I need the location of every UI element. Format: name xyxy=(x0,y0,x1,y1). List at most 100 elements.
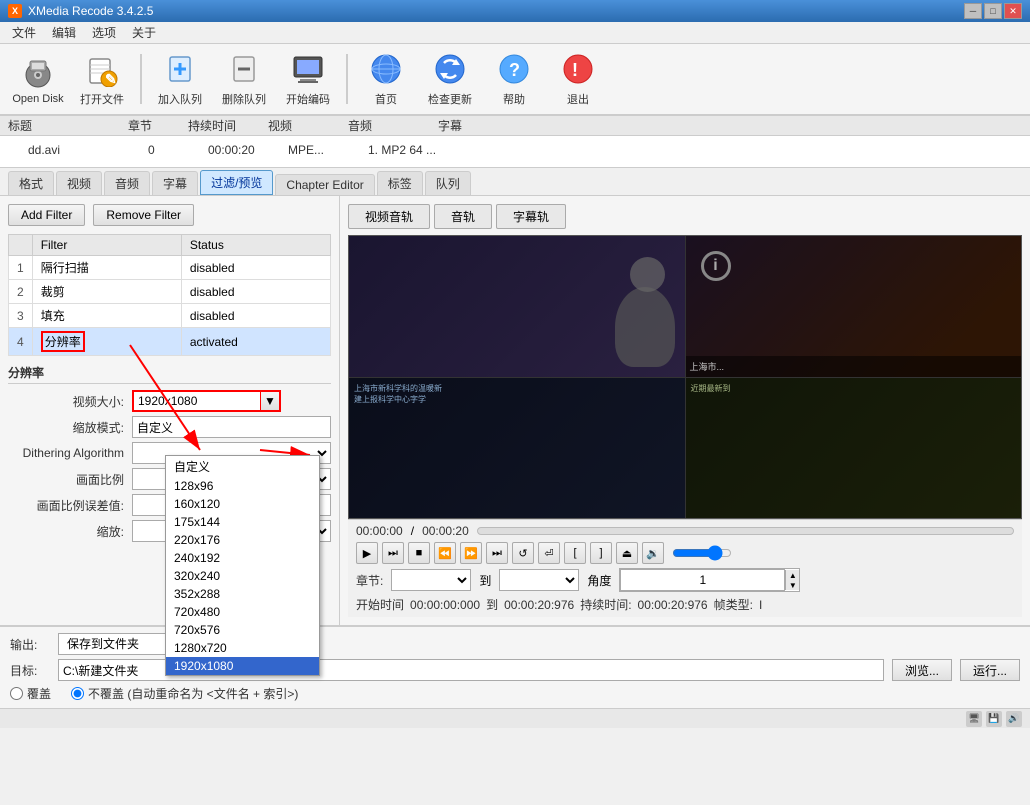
target-row: 目标: C:\新建文件夹 浏览... 运行... xyxy=(10,659,1020,681)
menu-edit[interactable]: 编辑 xyxy=(44,22,84,43)
menu-file[interactable]: 文件 xyxy=(4,22,44,43)
home-icon xyxy=(368,51,404,87)
fast-forward-button[interactable]: ⏩ xyxy=(460,542,482,564)
subtitle-track-tab[interactable]: 字幕轨 xyxy=(496,204,566,229)
tab-subtitle[interactable]: 字幕 xyxy=(152,171,198,195)
start-time-label: 开始时间 xyxy=(356,596,404,613)
chapter-end-select[interactable] xyxy=(499,569,579,591)
filter-row-3[interactable]: 3 填充 disabled xyxy=(9,304,331,328)
row-chapter: 0 xyxy=(148,143,208,157)
scale-mode-input[interactable]: 自定义 xyxy=(132,416,331,438)
filter-row-2[interactable]: 2 裁剪 disabled xyxy=(9,280,331,304)
encode-run-button[interactable]: 运行... xyxy=(960,659,1020,681)
progress-bar[interactable] xyxy=(477,527,1014,535)
exit-button[interactable]: ! 退出 xyxy=(548,48,608,110)
stop-button[interactable]: ■ xyxy=(408,542,430,564)
video-size-dropdown-arrow[interactable]: ▼ xyxy=(261,390,281,412)
mark-in-button[interactable]: ⏎ xyxy=(538,542,560,564)
tab-chapter-editor[interactable]: Chapter Editor xyxy=(275,174,374,195)
dropdown-option-128[interactable]: 128x96 xyxy=(166,477,319,495)
frame-type-value: I xyxy=(759,598,762,612)
video-track-tab[interactable]: 视频音轨 xyxy=(348,204,430,229)
filter-buttons: Add Filter Remove Filter xyxy=(8,204,331,226)
radio-no-overwrite-label[interactable]: 不覆盖 (自动重命名为 <文件名 + 索引>) xyxy=(71,685,298,702)
chapter-row: 章节: 到 角度 1 ▲ ▼ xyxy=(356,568,1014,592)
play-button[interactable]: ▶ xyxy=(356,542,378,564)
status-bar: 🖥 💾 🔊 xyxy=(0,708,1030,728)
loop-button[interactable]: ↺ xyxy=(512,542,534,564)
dropdown-option-custom[interactable]: 自定义 xyxy=(166,456,319,477)
open-disk-button[interactable]: Open Disk xyxy=(8,48,68,110)
check-update-button[interactable]: 检查更新 xyxy=(420,48,480,110)
time-current: 00:00:00 xyxy=(356,524,403,538)
dropdown-option-352[interactable]: 352x288 xyxy=(166,585,319,603)
open-file-button[interactable]: ✎ 打开文件 xyxy=(72,48,132,110)
filter-name-4: 分辨率 xyxy=(32,328,181,356)
tab-filter-preview[interactable]: 过滤/预览 xyxy=(200,170,273,195)
dropdown-option-175[interactable]: 175x144 xyxy=(166,513,319,531)
browse-button[interactable]: 浏览... xyxy=(892,659,952,681)
chapter-start-select[interactable] xyxy=(391,569,471,591)
duration-label: 持续时间: xyxy=(580,596,631,613)
tab-queue[interactable]: 队列 xyxy=(425,171,471,195)
close-button[interactable]: ✕ xyxy=(1004,3,1022,19)
filter-row-4[interactable]: 4 分辨率 activated xyxy=(9,328,331,356)
video-size-input[interactable]: 1920x1080 xyxy=(132,390,262,412)
dropdown-option-320[interactable]: 320x240 xyxy=(166,567,319,585)
next-frame-button[interactable]: ⏭ xyxy=(382,542,404,564)
mark-out-button[interactable]: ⏏ xyxy=(616,542,638,564)
radio-no-overwrite[interactable] xyxy=(71,687,84,700)
vol-down-button[interactable]: 🔉 xyxy=(642,542,664,564)
dropdown-option-220[interactable]: 220x176 xyxy=(166,531,319,549)
dropdown-option-1920[interactable]: 1920x1080 xyxy=(166,657,319,675)
skip-forward-button[interactable]: ⏭ xyxy=(486,542,508,564)
radio-overwrite-label[interactable]: 覆盖 xyxy=(10,685,51,702)
degree-up[interactable]: ▲ xyxy=(785,570,799,580)
aspect-ratio-label: 画面比例 xyxy=(8,471,128,488)
add-queue-button[interactable]: 加入队列 xyxy=(150,48,210,110)
player-controls: 00:00:00 / 00:00:20 ▶ ⏭ ■ ⏪ ⏩ ⏭ ↺ ⏎ [ ] xyxy=(348,519,1022,617)
dropdown-option-160[interactable]: 160x120 xyxy=(166,495,319,513)
row-video: MPE... xyxy=(288,143,368,157)
file-list-row[interactable]: dd.avi 0 00:00:20 MPE... 1. MP2 64 ... xyxy=(0,136,1030,164)
remove-filter-button[interactable]: Remove Filter xyxy=(93,204,194,226)
row-title: dd.avi xyxy=(28,143,148,157)
degree-input[interactable]: 1 xyxy=(620,569,785,591)
help-button[interactable]: ? 帮助 xyxy=(484,48,544,110)
restore-button[interactable]: □ xyxy=(984,3,1002,19)
tab-video[interactable]: 视频 xyxy=(56,171,102,195)
video-size-dropdown[interactable]: 自定义 128x96 160x120 175x144 220x176 240x1… xyxy=(165,455,320,676)
col-subtitle: 字幕 xyxy=(438,117,518,134)
tab-tags[interactable]: 标签 xyxy=(377,171,423,195)
menu-about[interactable]: 关于 xyxy=(124,22,164,43)
filter-row-1[interactable]: 1 隔行扫描 disabled xyxy=(9,256,331,280)
rewind-button[interactable]: ⏪ xyxy=(434,542,456,564)
start-encode-button[interactable]: 开始编码 xyxy=(278,48,338,110)
dropdown-option-720x576[interactable]: 720x576 xyxy=(166,621,319,639)
filter-status-4: activated xyxy=(181,328,330,356)
audio-track-tab[interactable]: 音轨 xyxy=(434,204,492,229)
radio-overwrite[interactable] xyxy=(10,687,23,700)
dropdown-option-720x480[interactable]: 720x480 xyxy=(166,603,319,621)
mark-end-button[interactable]: ] xyxy=(590,542,612,564)
remove-queue-button[interactable]: 删除队列 xyxy=(214,48,274,110)
open-disk-icon xyxy=(20,53,56,89)
menu-bar: 文件 编辑 选项 关于 xyxy=(0,22,1030,44)
output-row: 输出: 保存到文件夹 xyxy=(10,633,1020,655)
degree-down[interactable]: ▼ xyxy=(785,580,799,590)
home-button[interactable]: 首页 xyxy=(356,48,416,110)
dropdown-option-240[interactable]: 240x192 xyxy=(166,549,319,567)
dropdown-option-1280[interactable]: 1280x720 xyxy=(166,639,319,657)
status-icons: 🖥 💾 🔊 xyxy=(966,711,1022,727)
menu-options[interactable]: 选项 xyxy=(84,22,124,43)
volume-slider[interactable] xyxy=(672,545,732,561)
file-list-header: 标题 章节 持续时间 视频 音频 字幕 xyxy=(0,116,1030,136)
tab-format[interactable]: 格式 xyxy=(8,171,54,195)
mark-start-button[interactable]: [ xyxy=(564,542,586,564)
tab-audio[interactable]: 音频 xyxy=(104,171,150,195)
filter-num-3: 3 xyxy=(9,304,33,328)
minimize-button[interactable]: ─ xyxy=(964,3,982,19)
status-icon-3: 🔊 xyxy=(1006,711,1022,727)
control-buttons: ▶ ⏭ ■ ⏪ ⏩ ⏭ ↺ ⏎ [ ] ⏏ 🔉 xyxy=(356,542,1014,564)
add-filter-button[interactable]: Add Filter xyxy=(8,204,85,226)
